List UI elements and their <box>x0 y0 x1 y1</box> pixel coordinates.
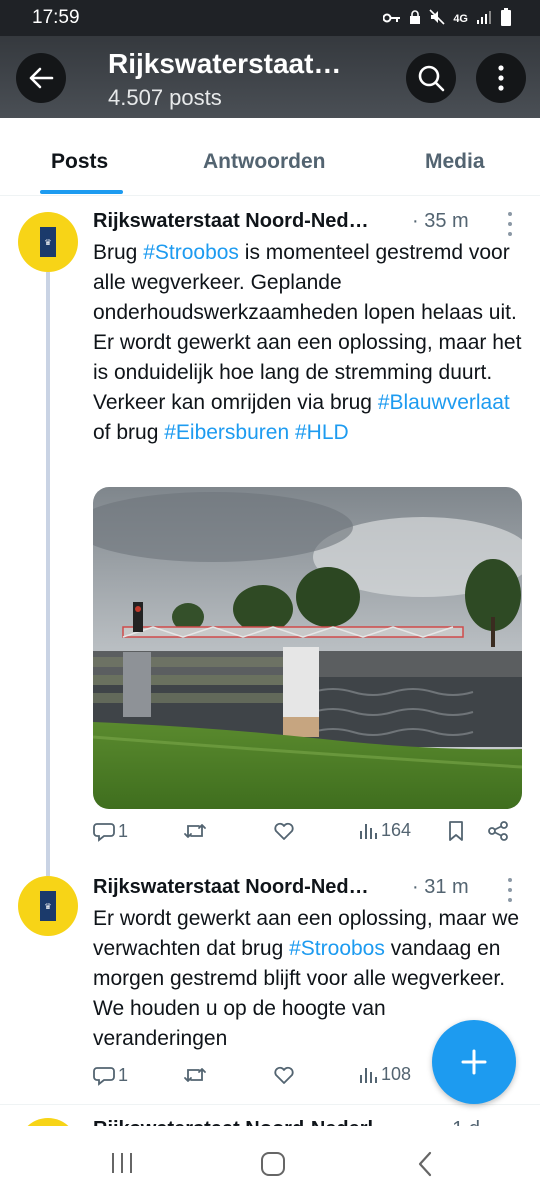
view-count: 164 <box>381 820 412 840</box>
like-button[interactable] <box>273 1064 295 1086</box>
view-count: 108 <box>381 1064 412 1084</box>
reply-count: 1 <box>118 820 129 841</box>
views-icon <box>360 1067 377 1083</box>
heart-icon <box>274 822 294 840</box>
home-button[interactable] <box>260 1151 286 1182</box>
post-author[interactable]: Rijkswaterstaat Noord-Nederl… <box>93 1118 393 1126</box>
recent-apps-icon <box>112 1153 132 1173</box>
logo-icon: ♛ <box>40 891 56 921</box>
active-tab-indicator <box>40 190 123 194</box>
reply-icon <box>93 1067 115 1086</box>
share-icon <box>488 821 508 841</box>
post-divider <box>0 1104 540 1105</box>
bookmark-icon <box>449 821 463 841</box>
repost-icon <box>184 824 206 838</box>
post-actions: 1 164 <box>93 820 523 850</box>
4g-icon: 4G <box>453 12 468 25</box>
hashtag-link[interactable]: #Stroobos <box>289 937 385 960</box>
tab-posts[interactable]: Posts <box>51 150 108 174</box>
post[interactable]: ♛ Rijkswaterstaat Noord-Ned… · 35 m Brug… <box>0 198 540 858</box>
search-icon <box>418 65 445 92</box>
post-image[interactable] <box>93 487 522 809</box>
post-text: Brug #Stroobos is momenteel gestremd voo… <box>93 238 523 448</box>
status-icons: 4G <box>382 8 512 29</box>
bridge-photo <box>93 487 522 809</box>
profile-tabs: Posts Antwoorden Media <box>0 118 540 196</box>
reply-button[interactable]: 1 <box>93 1064 128 1086</box>
plus-icon <box>461 1049 487 1075</box>
profile-header: Rijkswaterstaat… 4.507 posts <box>0 36 540 118</box>
post-text-segment: is momenteel gestremd voor alle wegverke… <box>93 241 522 414</box>
share-button[interactable] <box>487 820 509 842</box>
reply-count: 1 <box>118 1064 129 1085</box>
logo-icon: ♛ <box>40 227 56 257</box>
hashtag-link[interactable]: #HLD <box>295 421 349 444</box>
back-button[interactable] <box>16 53 66 103</box>
views-button[interactable]: 164 <box>358 820 411 841</box>
post-count: 4.507 posts <box>108 85 222 110</box>
post-author[interactable]: Rijkswaterstaat Noord-Ned… <box>93 876 369 899</box>
compose-post-button[interactable] <box>432 1020 516 1104</box>
recent-apps-button[interactable] <box>110 1151 134 1180</box>
views-icon <box>360 823 377 839</box>
reply-button[interactable]: 1 <box>93 820 128 842</box>
post-text-segment: of brug <box>93 421 165 444</box>
system-nav-bar <box>0 1126 540 1200</box>
signal-icon <box>476 10 492 27</box>
back-nav-button[interactable] <box>416 1150 434 1183</box>
avatar[interactable] <box>18 1118 78 1126</box>
hashtag-link[interactable]: #Blauwverlaat <box>378 391 510 414</box>
post-text-segment: Brug <box>93 241 144 264</box>
tab-antwoorden[interactable]: Antwoorden <box>203 150 325 174</box>
profile-name: Rijkswaterstaat… <box>108 48 342 79</box>
more-options-button[interactable] <box>476 53 526 103</box>
bookmark-button[interactable] <box>447 820 465 842</box>
hashtag-link[interactable]: #Stroobos <box>143 241 239 264</box>
reply-icon <box>93 823 115 842</box>
tab-media[interactable]: Media <box>425 150 485 174</box>
chevron-left-icon <box>418 1151 432 1177</box>
hashtag-link[interactable]: #Eibersburen <box>164 421 289 444</box>
repost-icon <box>184 1068 206 1082</box>
post-author[interactable]: Rijkswaterstaat Noord-Ned… <box>93 210 369 233</box>
more-vertical-icon <box>498 65 504 91</box>
post[interactable]: Rijkswaterstaat Noord-Nederl… · 1 d <box>0 1106 540 1126</box>
views-button[interactable]: 108 <box>358 1064 411 1085</box>
post-more-button[interactable] <box>502 212 518 236</box>
like-button[interactable] <box>273 820 295 842</box>
battery-icon <box>500 8 512 29</box>
home-icon <box>261 1152 285 1176</box>
search-button[interactable] <box>406 53 456 103</box>
key-icon <box>382 11 401 27</box>
status-bar: 17:59 4G <box>0 0 540 36</box>
repost-button[interactable] <box>183 820 207 842</box>
status-time: 17:59 <box>32 7 80 28</box>
lock-icon <box>409 9 421 28</box>
avatar[interactable]: ♛ <box>18 876 78 936</box>
heart-icon <box>274 1066 294 1084</box>
repost-button[interactable] <box>183 1064 207 1086</box>
post-more-button[interactable] <box>502 878 518 902</box>
post-time: · 31 m <box>412 876 469 898</box>
post-time: · 1 d <box>440 1118 480 1126</box>
arrow-left-icon <box>29 67 54 89</box>
avatar[interactable]: ♛ <box>18 212 78 272</box>
mute-icon <box>429 9 445 28</box>
post-time: · 35 m <box>412 210 469 232</box>
